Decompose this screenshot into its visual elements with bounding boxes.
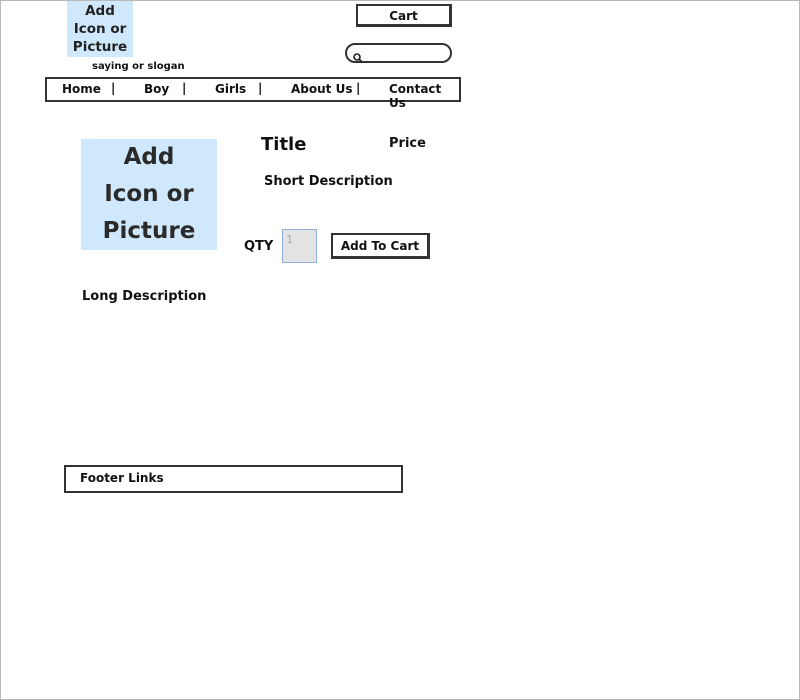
- nav-separator: |: [258, 81, 263, 95]
- product-image-placeholder: Add Icon or Picture: [81, 139, 217, 250]
- search-icon: [353, 48, 363, 63]
- nav-separator: |: [111, 81, 116, 95]
- nav-separator: |: [182, 81, 187, 95]
- product-short-description: Short Description: [264, 174, 393, 189]
- product-image-line: Picture: [102, 218, 196, 244]
- qty-label: QTY: [244, 239, 274, 254]
- logo-line: Picture: [72, 39, 128, 55]
- product-image-line: Icon or: [104, 181, 194, 207]
- product-title: Title: [261, 134, 307, 155]
- product-long-description: Long Description: [82, 289, 207, 304]
- qty-input[interactable]: 1: [282, 229, 317, 263]
- nav-item-contact-us[interactable]: Contact Us: [389, 82, 459, 110]
- product-price: Price: [389, 136, 426, 151]
- main-nav: Home | Boy | Girls | About Us | Contact …: [45, 77, 461, 110]
- nav-item-home[interactable]: Home: [62, 82, 101, 96]
- search-input[interactable]: [345, 43, 452, 63]
- slogan: saying or slogan: [92, 61, 185, 72]
- logo-line: Add: [85, 3, 115, 19]
- add-to-cart-button[interactable]: Add To Cart: [331, 233, 430, 259]
- nav-item-girls[interactable]: Girls: [215, 82, 246, 96]
- logo-placeholder[interactable]: Add Icon or Picture: [67, 1, 133, 57]
- nav-separator: |: [356, 81, 361, 95]
- footer-links[interactable]: Footer Links: [64, 465, 403, 493]
- product-image-line: Add: [123, 144, 175, 170]
- logo-line: Icon or: [73, 21, 127, 37]
- cart-button[interactable]: Cart: [356, 4, 452, 27]
- nav-item-boy[interactable]: Boy: [144, 82, 169, 96]
- nav-item-about-us[interactable]: About Us: [291, 82, 352, 96]
